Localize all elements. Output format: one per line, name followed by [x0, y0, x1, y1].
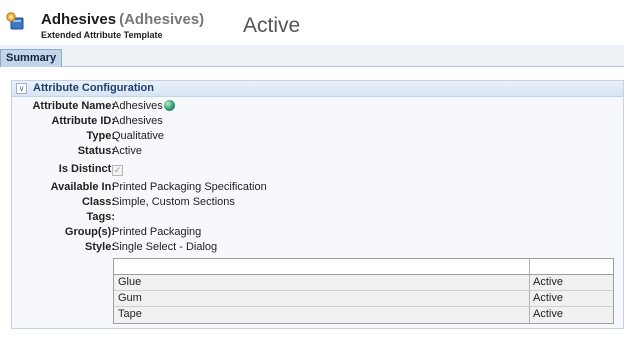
field-label: Available In:: [50, 181, 115, 193]
option-status: Active: [533, 308, 563, 320]
field-value: Printed Packaging Specification: [112, 181, 267, 193]
field-label: Attribute Name:: [32, 100, 115, 112]
table-header-row: [114, 259, 613, 275]
field-value: Simple, Custom Sections: [112, 196, 235, 208]
field-label: Class:: [81, 196, 115, 208]
attribute-configuration-panel: ∨ Attribute Configuration Attribute Name…: [11, 80, 624, 329]
is-distinct-checkbox[interactable]: ✓: [112, 165, 123, 176]
option-status: Active: [533, 292, 563, 304]
field-label: Group(s):: [64, 226, 115, 238]
field-attribute-id: Attribute ID: Adhesives: [12, 115, 623, 130]
chevron-down-icon[interactable]: ∨: [16, 83, 27, 94]
tab-summary[interactable]: Summary: [0, 49, 63, 67]
field-label: Style:: [85, 241, 115, 253]
table-row[interactable]: Glue Active: [114, 275, 613, 291]
field-value: Active: [112, 145, 142, 157]
field-style: Style: Single Select - Dialog: [12, 241, 623, 256]
option-status: Active: [533, 276, 563, 288]
field-groups: Group(s): Printed Packaging: [12, 226, 623, 241]
field-is-distinct: Is Distinct: ✓: [12, 163, 623, 178]
field-tags: Tags:: [12, 211, 623, 226]
option-name: Gum: [118, 292, 142, 304]
field-label: Tags:: [86, 211, 115, 223]
field-value: Adhesives: [112, 100, 163, 112]
page-header: Adhesives (Adhesives) Extended Attribute…: [0, 0, 624, 44]
title-text: Adhesives: [41, 11, 117, 28]
field-value: Single Select - Dialog: [112, 241, 218, 253]
status-indicator: Active: [243, 14, 301, 37]
tab-bar: Summary: [0, 45, 624, 67]
field-type: Type: Qualitative: [12, 130, 623, 145]
field-attribute-name: Attribute Name: Adhesives: [12, 100, 623, 115]
field-label: Attribute ID:: [51, 115, 115, 127]
field-label: Is Distinct:: [58, 163, 115, 175]
field-value: Adhesives: [112, 115, 163, 127]
title-id: (Adhesives): [119, 11, 205, 28]
table-row[interactable]: Gum Active: [114, 291, 613, 307]
option-name: Tape: [118, 308, 142, 320]
section-header: ∨ Attribute Configuration: [12, 81, 623, 97]
field-status: Status: Active: [12, 145, 623, 160]
page-subtitle: Extended Attribute Template: [41, 30, 163, 40]
field-class: Class: Simple, Custom Sections: [12, 196, 623, 211]
style-options-table: Glue Active Gum Active Tape Active: [113, 258, 614, 324]
field-value: Qualitative: [112, 130, 164, 142]
field-label: Status:: [77, 145, 115, 157]
section-title: Attribute Configuration: [33, 82, 154, 94]
field-available-in: Available In: Printed Packaging Specific…: [12, 181, 623, 196]
option-name: Glue: [118, 276, 142, 288]
field-value: Printed Packaging: [112, 226, 202, 238]
attribute-template-icon: [5, 11, 25, 31]
field-label: Type:: [86, 130, 115, 142]
globe-icon[interactable]: [164, 100, 175, 111]
page-title: Adhesives (Adhesives): [41, 11, 204, 28]
table-row[interactable]: Tape Active: [114, 307, 613, 323]
